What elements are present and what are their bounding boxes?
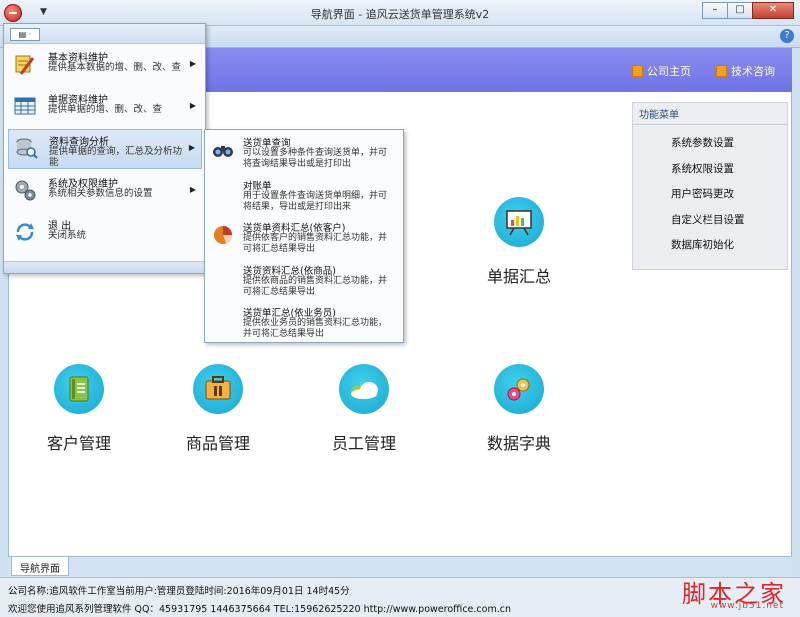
submenu-item-summary-by-salesperson-desc: 提供依业务员的销售资料汇总功能，并可将汇总结果导出	[243, 318, 388, 339]
tile-customer-label: 客户管理	[46, 434, 111, 453]
tile-employee[interactable]: 员工管理	[309, 364, 419, 454]
func-change-password[interactable]: 用户密码更改	[633, 182, 787, 208]
menu-item-query-analysis[interactable]: 资料查询分析 提供单据的查询，汇总及分析功能 ▶	[8, 129, 202, 169]
refresh-exit-icon	[13, 220, 37, 244]
menu-item-exit[interactable]: 退 出 关闭系统	[8, 214, 202, 254]
watermark-url: www.jb51.net	[710, 601, 784, 611]
submenu-item-summary-by-customer[interactable]: 送货单资料汇总(依客户) 提供依客户的销售资料汇总功能，并可将汇总结果导出	[205, 217, 403, 257]
tech-consult-link[interactable]: 技术咨询	[716, 63, 775, 79]
briefcase-icon	[193, 364, 243, 414]
status-line-session: 公司名称:追风软件工作室当前用户:管理员登陆时间:2016年09月01日 14时…	[8, 586, 350, 597]
tile-dictionary-label: 数据字典	[486, 434, 551, 453]
menu-item-bill-data-desc: 提供单据的增、删、改、查	[48, 104, 163, 115]
tile-product[interactable]: 商品管理	[163, 364, 273, 454]
menu-item-bill-data[interactable]: 单据资料维护 提供单据的增、删、改、查 ▶	[8, 88, 202, 128]
application-menu-footer	[4, 261, 205, 273]
close-button[interactable]: ✕	[752, 2, 794, 19]
application-menu-header: ▤ ·	[4, 24, 205, 44]
tile-customer[interactable]: 客户管理	[24, 364, 134, 454]
search-database-icon	[14, 136, 38, 160]
status-bar: 公司名称:追风软件工作室当前用户:管理员登陆时间:2016年09月01日 14时…	[0, 577, 800, 617]
cloud-icon	[339, 364, 389, 414]
submenu-item-summary-by-product-desc: 提供依商品的销售资料汇总功能，并可将汇总结果导出	[243, 276, 388, 297]
func-db-init[interactable]: 数据库初始化	[633, 233, 787, 259]
menu-item-query-analysis-desc: 提供单据的查询，汇总及分析功能	[49, 146, 183, 168]
table-grid-icon	[13, 94, 37, 118]
submenu-item-statement-title: 对账单	[243, 181, 272, 192]
tile-bill-summary[interactable]: 单据汇总	[464, 197, 574, 287]
menu-item-system-permissions[interactable]: 系统及权限维护 系统相关参数信息的设置 ▶	[8, 172, 202, 212]
binoculars-icon	[211, 138, 235, 162]
tile-bill-summary-label: 单据汇总	[486, 267, 551, 286]
pie-chart-icon	[211, 223, 235, 247]
submenu-item-summary-by-customer-title: 送货单资料汇总(依客户)	[243, 223, 346, 234]
document-tab-strip: 导航界面	[8, 556, 792, 576]
submenu-item-summary-by-salesperson-title: 送货单汇总(依业务员)	[243, 308, 336, 319]
submenu-item-summary-by-salesperson[interactable]: 送货单汇总(依业务员) 提供依业务员的销售资料汇总功能，并可将汇总结果导出	[205, 302, 403, 342]
submenu-item-summary-by-product-title: 送货资料汇总(依商品)	[243, 266, 336, 277]
submenu-item-summary-by-product[interactable]: 送货资料汇总(依商品) 提供依商品的销售资料汇总功能，并可将汇总结果导出	[205, 260, 403, 300]
function-menu-title: 功能菜单	[633, 103, 787, 125]
submenu-item-summary-by-customer-desc: 提供依客户的销售资料汇总功能，并可将汇总结果导出	[243, 233, 388, 254]
gear-cluster-icon	[494, 364, 544, 414]
home-icon	[632, 65, 643, 77]
window-controls: – □ ✕	[702, 2, 794, 19]
submenu-item-delivery-query-title: 送货单查询	[243, 138, 291, 149]
menu-toggle-button[interactable]: ▤ ·	[10, 28, 40, 41]
gears-icon	[13, 178, 37, 202]
submenu-arrow-icon: ▶	[189, 185, 196, 194]
func-custom-columns[interactable]: 自定义栏目设置	[633, 208, 787, 234]
tab-navigation[interactable]: 导航界面	[11, 557, 69, 576]
function-menu-panel: 功能菜单 系统参数设置 系统权限设置 用户密码更改 自定义栏目设置 数据库初始化	[632, 102, 788, 270]
func-system-permissions[interactable]: 系统权限设置	[633, 157, 787, 183]
submenu-arrow-icon: ▶	[189, 101, 196, 110]
pencil-document-icon	[13, 52, 37, 76]
application-menu: ▤ · 基本资料维护 提供基本数据的增、删、改、查 ▶ 单据资料维护 提供单据的…	[3, 23, 206, 274]
submenu-arrow-icon: ▶	[188, 143, 195, 152]
presentation-chart-icon	[494, 197, 544, 247]
window-title: 导航界面 - 追风云送货单管理系统v2	[310, 8, 490, 21]
consult-icon	[716, 65, 727, 77]
tile-employee-label: 员工管理	[331, 434, 396, 453]
address-book-icon	[54, 364, 104, 414]
maximize-button[interactable]: □	[727, 2, 753, 19]
submenu-arrow-icon: ▶	[189, 59, 196, 68]
tile-product-label: 商品管理	[185, 434, 250, 453]
submenu-item-statement-desc: 用于设置条件查询送货单明细，并可将结果，导出或是打印出来	[243, 191, 388, 212]
menu-item-system-permissions-desc: 系统相关参数信息的设置	[48, 188, 153, 199]
submenu-item-delivery-query-desc: 可以设置多种条件查询送货单，并可将查询结果导出或是打印出	[243, 148, 388, 169]
company-home-link[interactable]: 公司主页	[632, 63, 691, 79]
submenu-item-delivery-query[interactable]: 送货单查询 可以设置多种条件查询送货单，并可将查询结果导出或是打印出	[205, 132, 403, 172]
help-icon[interactable]: ?	[780, 29, 794, 43]
tile-dictionary[interactable]: 数据字典	[464, 364, 574, 454]
minimize-button[interactable]: –	[702, 2, 728, 19]
menu-item-basic-data[interactable]: 基本资料维护 提供基本数据的增、删、改、查 ▶	[8, 46, 202, 86]
menu-item-exit-desc: 关闭系统	[48, 230, 87, 241]
submenu-item-statement[interactable]: 对账单 用于设置条件查询送货单明细，并可将结果，导出或是打印出来	[205, 175, 403, 215]
status-line-contact: 欢迎您使用追风系列管理软件 QQ：45931795 1446375664 TEL…	[8, 604, 511, 615]
tech-consult-label: 技术咨询	[731, 65, 775, 78]
company-home-label: 公司主页	[647, 65, 691, 78]
query-analysis-submenu: 送货单查询 可以设置多种条件查询送货单，并可将查询结果导出或是打印出 对账单 用…	[204, 129, 404, 343]
menu-item-basic-data-desc: 提供基本数据的增、删、改、查	[48, 62, 182, 73]
func-system-params[interactable]: 系统参数设置	[633, 131, 787, 157]
